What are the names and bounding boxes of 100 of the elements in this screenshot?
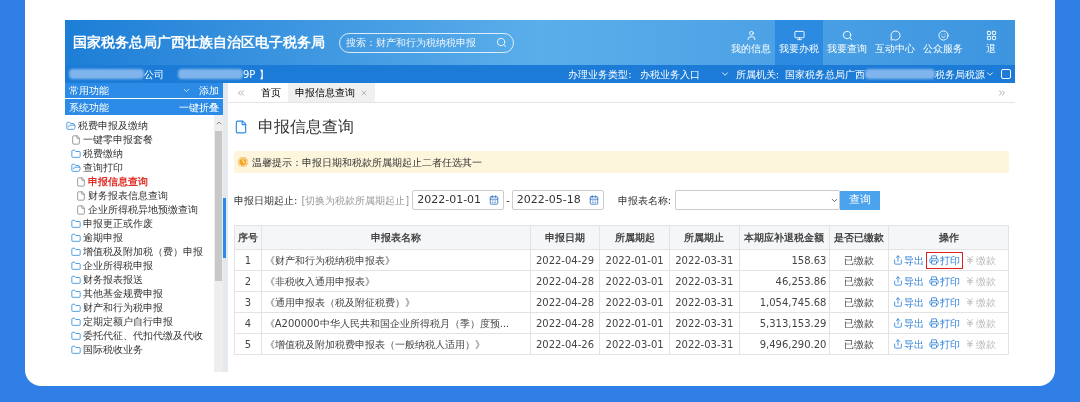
tab[interactable]: 申报信息查询: [288, 83, 375, 102]
nav-item[interactable]: 我要查询: [823, 20, 871, 65]
table-cell: 《通用申报表（税及附征税费）》: [261, 291, 531, 313]
tree-item[interactable]: 企业所得税申报: [83, 260, 153, 272]
tree-item[interactable]: 其他基金规费申报: [83, 288, 163, 300]
add-link[interactable]: 添加: [199, 83, 219, 98]
action-link[interactable]: 打印: [927, 315, 963, 331]
table-cell: 2022-01-01: [599, 249, 670, 271]
close-icon[interactable]: [360, 88, 368, 97]
calendar-icon[interactable]: [489, 195, 500, 205]
tree-item[interactable]: 增值税及附加税（费）申报: [83, 246, 203, 258]
table-cell: 2022-04-28: [530, 312, 600, 334]
file-icon: [76, 205, 86, 215]
caret-icon: [719, 69, 730, 79]
nav-icon: [937, 29, 949, 41]
table-cell: 2022-03-01: [599, 333, 670, 355]
action-link[interactable]: 打印: [927, 273, 963, 289]
table-cell: 2: [234, 270, 262, 292]
tree-item[interactable]: 一键零申报套餐: [83, 134, 153, 146]
taxpayer-id: 9P 】: [243, 67, 269, 82]
site-title: 国家税务总局广西壮族自治区电子税务局: [73, 33, 325, 52]
scroll-right-icon[interactable]: [997, 87, 1007, 98]
form-name-label: 申报表名称:: [617, 193, 672, 208]
pay-icon: [965, 318, 976, 328]
pay-icon: [965, 297, 976, 307]
action-link[interactable]: 打印: [927, 252, 963, 268]
export-icon: [893, 339, 904, 349]
file-icon: [76, 191, 86, 201]
switch-link[interactable]: [切换为税款所属期起止]: [301, 192, 410, 208]
print-icon: [929, 318, 940, 328]
tree-item[interactable]: 税费申报及缴纳: [78, 120, 148, 132]
action-link[interactable]: 导出: [891, 336, 927, 352]
table-cell: 《财产和行为税纳税申报表》: [261, 249, 531, 271]
scroll-up-icon[interactable]: [214, 119, 223, 127]
export-icon: [893, 255, 904, 265]
tree-item[interactable]: 逾期申报: [83, 232, 123, 244]
date-range-label: 申报日期起止:: [234, 193, 298, 208]
nav-item[interactable]: 我的信息: [727, 20, 775, 65]
file-icon: [71, 135, 81, 145]
table-cell: 5,313,153.29: [739, 312, 830, 334]
date-field[interactable]: 2022-01-01: [412, 190, 505, 210]
action-link[interactable]: 导出: [891, 252, 927, 268]
nav-icon: [889, 29, 901, 41]
nav-item[interactable]: 公众服务: [919, 20, 967, 65]
export-icon: [893, 297, 904, 307]
nav-item[interactable]: 退: [967, 20, 1015, 65]
caret-icon: [985, 69, 995, 79]
business-type-select[interactable]: 办税业务入口: [639, 66, 730, 82]
column-header: 所属期起: [599, 225, 670, 250]
tree-item[interactable]: 查询打印: [83, 162, 123, 174]
section-label: 常用功能: [69, 84, 109, 98]
tree-item[interactable]: 企业所得税异地预缴查询: [88, 204, 198, 216]
table-cell: 《A200000中华人民共和国企业所得税月（季）度预...: [261, 312, 531, 334]
scroll-left-icon[interactable]: [236, 87, 246, 98]
scrollbar[interactable]: [214, 115, 223, 372]
column-header: 是否已缴款: [829, 225, 889, 250]
print-icon: [929, 297, 940, 307]
tree-item[interactable]: 财务报表信息查询: [88, 190, 168, 202]
tree-item[interactable]: 国际税收业务: [83, 344, 143, 356]
table-cell: 3: [234, 291, 262, 313]
tree-item[interactable]: 税费缴纳: [83, 148, 123, 160]
column-header: 序号: [234, 225, 262, 250]
nav-item[interactable]: 我要办税: [775, 20, 823, 65]
query-button[interactable]: 查询: [840, 190, 881, 210]
export-icon: [893, 276, 904, 286]
tree-item[interactable]: 委托代征、代扣代缴及代收: [83, 330, 203, 342]
page-title: 申报信息查询: [258, 116, 354, 138]
column-header: 申报日期: [530, 225, 600, 250]
tree-item[interactable]: 财产和行为税申报: [83, 302, 163, 314]
table-cell: 1,054,745.68: [739, 291, 830, 313]
action-link[interactable]: 导出: [891, 294, 927, 310]
table-cell: 已缴款: [829, 249, 889, 271]
date-separator: -: [506, 193, 510, 208]
action-link[interactable]: 打印: [927, 336, 963, 352]
table-cell: 已缴款: [829, 333, 889, 355]
sidebar-section-header[interactable]: 常用功能 添加: [65, 83, 223, 99]
nav-item[interactable]: 互动中心: [871, 20, 919, 65]
calendar-icon[interactable]: [588, 195, 599, 205]
date-field[interactable]: 2022-05-18: [511, 190, 604, 210]
table-cell: 5: [234, 333, 262, 355]
authority-name: 税务局税源: [935, 67, 985, 82]
tree-item[interactable]: 申报更正或作废: [83, 218, 153, 230]
company-name: 公司: [144, 67, 164, 82]
tree-item[interactable]: 申报信息查询: [88, 176, 148, 188]
action-link[interactable]: 导出: [891, 315, 927, 331]
tree-item[interactable]: 财务报表报送: [83, 274, 143, 286]
action-link[interactable]: 导出: [891, 273, 927, 289]
column-header: 申报表名称: [261, 225, 531, 250]
sidebar-section-header[interactable]: 系统功能 一键折叠: [65, 99, 223, 115]
table-cell: 《非税收入通用申报表》: [261, 270, 531, 292]
export-icon: [893, 318, 904, 328]
form-name-select[interactable]: [675, 190, 841, 210]
collapse-all-link[interactable]: 一键折叠: [179, 99, 219, 115]
table-cell: 2022-03-31: [669, 312, 740, 334]
scroll-thumb[interactable]: [215, 131, 222, 281]
exit-icon[interactable]: [1001, 69, 1011, 79]
splitter-handle[interactable]: [223, 83, 228, 372]
tree-item[interactable]: 定期定额户自行申报: [83, 316, 173, 328]
action-link[interactable]: 打印: [927, 294, 963, 310]
pay-icon: [965, 255, 976, 265]
